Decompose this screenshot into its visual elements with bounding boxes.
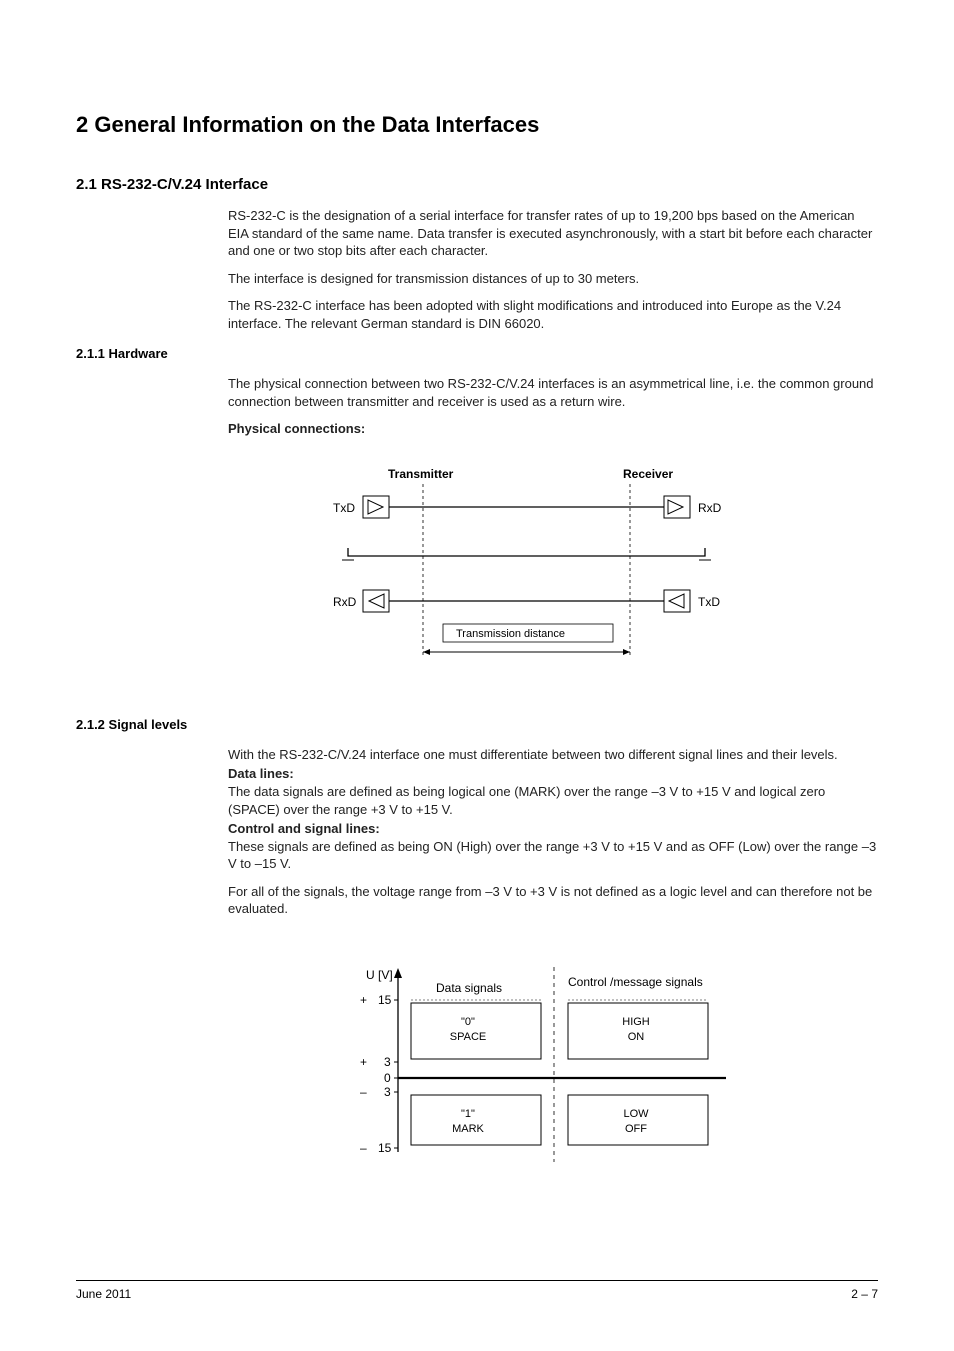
column-header: Control /message signals <box>568 975 703 989</box>
paragraph: The physical connection between two RS-2… <box>228 375 878 410</box>
box-label: OFF <box>625 1123 647 1135</box>
paragraph: The RS-232-C interface has been adopted … <box>228 297 878 332</box>
physical-connections-diagram: Transmitter Receiver TxD RxD RxD TxD Tra… <box>328 466 878 671</box>
paragraph-bold: Control and signal lines: <box>228 820 878 838</box>
paragraph: These signals are defined as being ON (H… <box>228 838 878 873</box>
paragraph-bold: Physical connections: <box>228 420 878 438</box>
chapter-title: 2 General Information on the Data Interf… <box>76 112 878 138</box>
pin-label: TxD <box>333 501 355 515</box>
tick-label: 15 <box>378 993 392 1007</box>
tick-sign: + <box>360 993 367 1007</box>
subsection-title-2-1-2: 2.1.2 Signal levels <box>76 717 878 732</box>
footer-date: June 2011 <box>76 1287 131 1301</box>
axis-label: U [V] <box>366 968 393 982</box>
tick-label: 0 <box>384 1071 391 1085</box>
pin-label: RxD <box>333 595 357 609</box>
box-label: SPACE <box>450 1031 486 1043</box>
section-title-2-1: 2.1 RS-232-C/V.24 Interface <box>76 176 878 193</box>
box-label: "1" <box>461 1108 475 1120</box>
tick-sign: – <box>360 1085 367 1099</box>
tick-sign: – <box>360 1141 367 1155</box>
diagram-label-receiver: Receiver <box>623 467 673 481</box>
box-label: MARK <box>452 1123 484 1135</box>
diagram-label-distance: Transmission distance <box>456 628 565 640</box>
tick-label: 15 <box>378 1141 392 1155</box>
box-label: ON <box>628 1031 645 1043</box>
paragraph: The interface is designed for transmissi… <box>228 270 878 288</box>
signal-levels-diagram: U [V] + 15 + 3 0 – 3 – 15 Data signals C… <box>336 962 878 1177</box>
diagram-label-transmitter: Transmitter <box>388 467 454 481</box>
paragraph: The data signals are defined as being lo… <box>228 783 878 818</box>
page-footer: June 2011 2 – 7 <box>76 1280 878 1301</box>
pin-label: RxD <box>698 501 722 515</box>
column-header: Data signals <box>436 981 502 995</box>
box-label: "0" <box>461 1016 475 1028</box>
box-label: HIGH <box>622 1016 650 1028</box>
pin-label: TxD <box>698 595 720 609</box>
paragraph-bold: Data lines: <box>228 765 878 783</box>
paragraph: For all of the signals, the voltage rang… <box>228 883 878 918</box>
paragraph: RS-232-C is the designation of a serial … <box>228 207 878 260</box>
box-label: LOW <box>623 1108 649 1120</box>
paragraph: With the RS-232-C/V.24 interface one mus… <box>228 746 878 764</box>
tick-label: 3 <box>384 1085 391 1099</box>
footer-page-number: 2 – 7 <box>851 1287 878 1301</box>
tick-sign: + <box>360 1055 367 1069</box>
subsection-title-2-1-1: 2.1.1 Hardware <box>76 346 878 361</box>
tick-label: 3 <box>384 1055 391 1069</box>
